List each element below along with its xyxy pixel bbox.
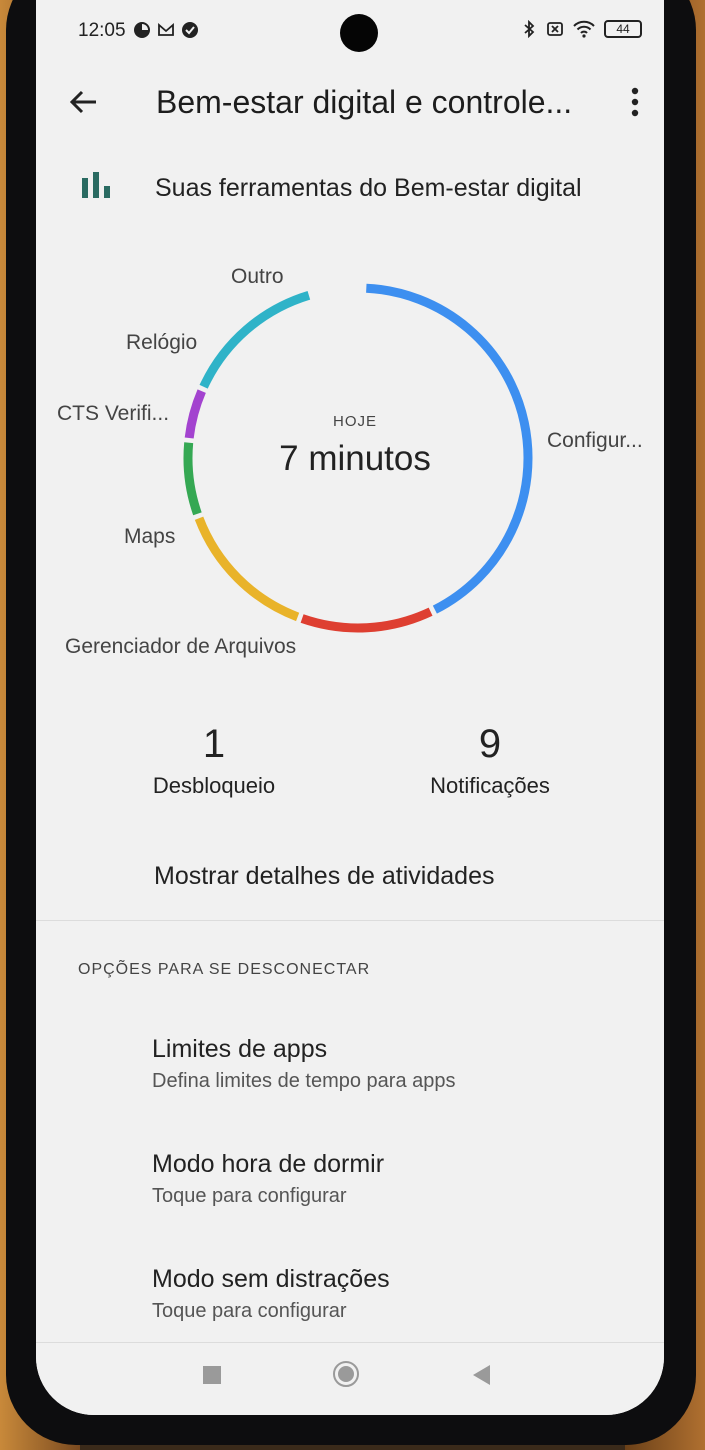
option-app-limits[interactable]: Limites de apps Defina limites de tempo … xyxy=(152,1035,652,1093)
page-title: Bem-estar digital e controle... xyxy=(156,84,573,120)
chart-center-caption: HOJE xyxy=(332,413,377,430)
segment-label-maps[interactable]: Maps xyxy=(124,525,175,549)
donut-segment-other[interactable] xyxy=(199,290,311,389)
donut-segment-maps[interactable] xyxy=(194,516,300,622)
status-bar: 12:05 44 xyxy=(36,0,664,60)
phone-screen: 12:05 44 Bem-estar digital e controle...… xyxy=(36,0,664,1415)
more-vert-icon[interactable] xyxy=(624,84,646,120)
unlocks-stat: 1 Desbloqueio xyxy=(144,722,284,799)
status-time: 12:05 xyxy=(78,20,126,41)
bluetooth-icon xyxy=(524,20,535,38)
back-nav-icon[interactable] xyxy=(473,1365,490,1385)
home-icon[interactable] xyxy=(333,1361,359,1387)
segment-label-file-manager[interactable]: Gerenciador de Arquivos xyxy=(65,635,296,659)
notifications-count: 9 xyxy=(478,722,502,766)
donut-segment-file-manager[interactable] xyxy=(300,607,433,633)
wifi-icon xyxy=(573,20,595,38)
unlocks-count: 1 xyxy=(202,722,226,766)
bar-chart-icon xyxy=(82,172,110,198)
check-circle-icon xyxy=(182,22,198,38)
wellbeing-tools-row[interactable]: Suas ferramentas do Bem-estar digital xyxy=(36,160,664,220)
usage-donut-chart[interactable]: Configur... Gerenciador de Arquivos Maps… xyxy=(36,240,664,680)
battery-level: 44 xyxy=(616,22,630,36)
option-bedtime-mode[interactable]: Modo hora de dormir Toque para configura… xyxy=(152,1150,652,1208)
option-subtitle: Toque para configurar xyxy=(152,1300,347,1322)
segment-label-clock[interactable]: Relógio xyxy=(126,331,197,355)
segment-label-other[interactable]: Outro xyxy=(231,265,284,289)
unlocks-label: Desbloqueio xyxy=(152,773,276,798)
gmail-icon xyxy=(158,23,174,36)
home-icon-inner xyxy=(338,1366,354,1382)
arrow-back-icon[interactable] xyxy=(64,82,104,122)
data-saver-icon xyxy=(134,22,150,38)
disconnect-section-header: OPÇÕES PARA SE DESCONECTAR xyxy=(78,961,371,978)
recents-icon[interactable] xyxy=(203,1366,221,1384)
no-sim-icon xyxy=(547,22,563,36)
notifications-label: Notificações xyxy=(430,773,550,798)
wellbeing-tools-label: Suas ferramentas do Bem-estar digital xyxy=(155,174,582,202)
notifications-stat: 9 Notificações xyxy=(420,722,560,799)
navigation-bar xyxy=(36,1343,664,1415)
option-title: Modo sem distrações xyxy=(152,1265,390,1293)
app-bar: Bem-estar digital e controle... xyxy=(36,68,664,138)
section-divider xyxy=(36,920,664,921)
show-activity-details-button[interactable]: Mostrar detalhes de atividades xyxy=(154,862,494,891)
front-camera xyxy=(340,14,378,52)
option-subtitle: Defina limites de tempo para apps xyxy=(152,1070,456,1092)
chart-center-total: 7 minutos xyxy=(279,439,431,478)
option-title: Limites de apps xyxy=(152,1035,328,1063)
option-focus-mode[interactable]: Modo sem distrações Toque para configura… xyxy=(152,1265,652,1323)
battery-icon: 44 xyxy=(604,20,642,38)
option-title: Modo hora de dormir xyxy=(152,1150,385,1178)
option-subtitle: Toque para configurar xyxy=(152,1185,347,1207)
